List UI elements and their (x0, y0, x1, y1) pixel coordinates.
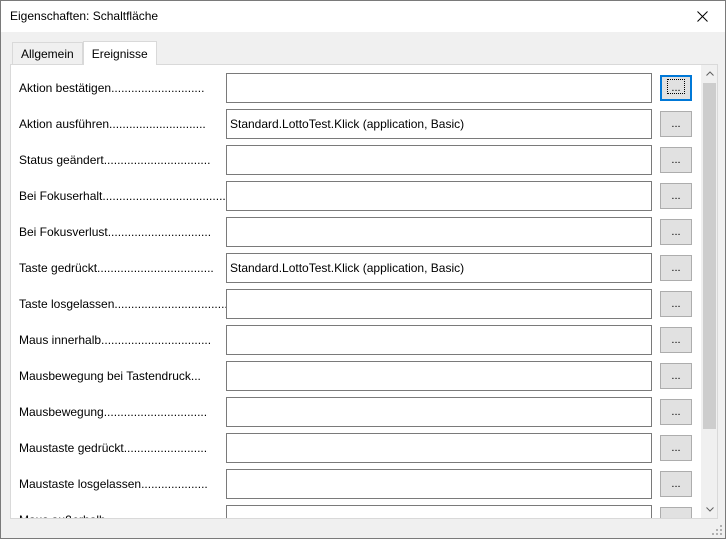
assign-macro-button[interactable]: ... (660, 75, 692, 101)
event-row: Taste gedrückt..........................… (11, 253, 701, 283)
assign-macro-button[interactable]: ... (660, 327, 692, 353)
assign-macro-button-label: ... (671, 370, 681, 382)
assign-macro-button[interactable]: ... (660, 399, 692, 425)
close-icon (696, 11, 708, 22)
event-macro-field[interactable] (226, 217, 652, 247)
assign-macro-button-label: ... (671, 154, 681, 166)
assign-macro-button-label: ... (671, 514, 680, 518)
scroll-thumb[interactable] (703, 83, 716, 429)
event-row: Maustaste losgelassen...................… (11, 469, 701, 499)
assign-macro-button[interactable]: ... (660, 471, 692, 497)
tab-bar: Allgemein Ereignisse (12, 41, 157, 65)
event-label: Bei Fokusverlust........................… (19, 225, 212, 239)
assign-macro-button-label: ... (671, 262, 681, 274)
event-label: Taste losgelassen.......................… (19, 297, 228, 311)
event-macro-field[interactable] (226, 289, 652, 319)
window-title: Eigenschaften: Schaltfläche (10, 9, 159, 23)
event-macro-field[interactable]: Standard.LottoTest.Klick (application, B… (226, 253, 652, 283)
event-label: Maustaste losgelassen...................… (19, 477, 208, 491)
assign-macro-button[interactable]: ... (660, 255, 692, 281)
event-row: Maustaste gedrückt......................… (11, 433, 701, 463)
events-panel: Aktion bestätigen.......................… (10, 64, 718, 519)
event-macro-field[interactable] (226, 325, 652, 355)
assign-macro-button-label: ... (671, 226, 681, 238)
tab-ereignisse[interactable]: Ereignisse (82, 41, 157, 65)
event-label: Mausbewegung bei Tastendruck... (19, 369, 201, 383)
event-row: Mausbewegung............................… (11, 397, 701, 427)
event-row: Status geändert.........................… (11, 145, 701, 175)
event-macro-field[interactable] (226, 181, 652, 211)
event-label: Maus außerhalb (19, 513, 106, 518)
assign-macro-button[interactable]: ... (660, 219, 692, 245)
assign-macro-button-label: ... (671, 334, 681, 346)
tab-allgemein[interactable]: Allgemein (12, 42, 83, 65)
event-macro-field[interactable] (226, 433, 652, 463)
event-label: Aktion bestätigen.......................… (19, 81, 205, 95)
event-macro-field[interactable]: Standard.LottoTest.Klick (application, B… (226, 109, 652, 139)
event-row: Maus innerhalb..........................… (11, 325, 701, 355)
assign-macro-button[interactable]: ... (660, 111, 692, 137)
event-row: Mausbewegung bei Tastendruck...... (11, 361, 701, 391)
chevron-down-icon (705, 507, 714, 512)
event-row: Taste losgelassen.......................… (11, 289, 701, 319)
properties-dialog: Eigenschaften: Schaltfläche Allgemein Er… (0, 0, 726, 539)
resize-grip-icon[interactable] (711, 524, 723, 536)
assign-macro-button-label: ... (671, 190, 681, 202)
event-label: Bei Fokuserhalt.........................… (19, 189, 236, 203)
event-macro-field[interactable] (226, 469, 652, 499)
event-macro-field[interactable] (226, 73, 652, 103)
event-label: Mausbewegung............................… (19, 405, 208, 419)
assign-macro-button-label: ... (671, 298, 681, 310)
event-label: Maustaste gedrückt......................… (19, 441, 208, 455)
event-row: Bei Fokuserhalt.........................… (11, 181, 701, 211)
assign-macro-button[interactable]: ... (660, 507, 692, 518)
event-row: Bei Fokusverlust........................… (11, 217, 701, 247)
assign-macro-button[interactable]: ... (660, 291, 692, 317)
event-macro-field[interactable] (226, 397, 652, 427)
vertical-scrollbar[interactable] (701, 65, 717, 518)
assign-macro-button-label: ... (671, 478, 681, 490)
event-label: Aktion ausführen........................… (19, 117, 206, 131)
assign-macro-button-label: ... (671, 118, 681, 130)
assign-macro-button[interactable]: ... (660, 183, 692, 209)
assign-macro-button[interactable]: ... (660, 363, 692, 389)
title-bar: Eigenschaften: Schaltfläche (1, 1, 725, 32)
event-macro-field[interactable] (226, 505, 652, 518)
assign-macro-button-label: ... (671, 442, 681, 454)
assign-macro-button[interactable]: ... (660, 147, 692, 173)
scroll-up-button[interactable] (701, 65, 717, 82)
event-label: Taste gedrückt..........................… (19, 261, 214, 275)
event-macro-field[interactable] (226, 145, 652, 175)
event-label: Maus innerhalb..........................… (19, 333, 212, 347)
event-label: Status geändert.........................… (19, 153, 211, 167)
assign-macro-button-label: ... (667, 79, 685, 94)
assign-macro-button-label: ... (671, 406, 681, 418)
close-button[interactable] (679, 1, 725, 32)
scroll-down-button[interactable] (701, 501, 717, 518)
assign-macro-button[interactable]: ... (660, 435, 692, 461)
event-row: Maus außerhalb... (11, 505, 701, 518)
event-macro-field[interactable] (226, 361, 652, 391)
event-row: Aktion ausführen........................… (11, 109, 701, 139)
event-row: Aktion bestätigen.......................… (11, 73, 701, 103)
chevron-up-icon (705, 71, 714, 76)
